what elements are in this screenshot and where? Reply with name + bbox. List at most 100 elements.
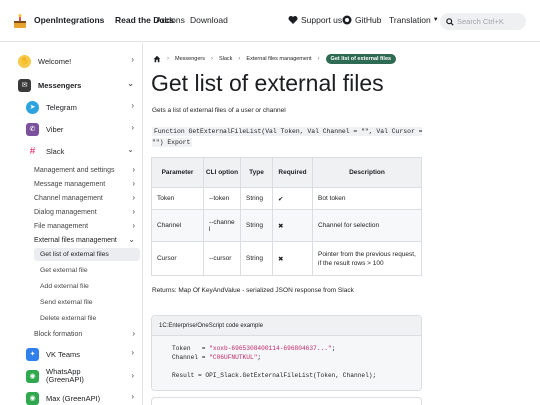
breadcrumb-messengers[interactable]: Messengers <box>175 56 205 62</box>
code-token-label: Token = <box>172 345 210 352</box>
param-cli: --cursor <box>203 241 241 276</box>
sidebar-label-file: File management <box>34 223 89 230</box>
sidebar-item-viber[interactable]: ✆ Viber › <box>26 120 134 138</box>
sidebar-item-dialog[interactable]: Dialog management › <box>34 206 135 219</box>
sidebar-item-management[interactable]: Management and settings › <box>34 164 135 177</box>
chevron-right-icon: › <box>132 165 135 174</box>
chevron-right-icon: › <box>131 101 134 110</box>
chevron-right-icon: › <box>238 56 241 62</box>
chevron-right-icon: › <box>132 179 135 188</box>
search-input[interactable] <box>457 17 521 26</box>
sidebar-item-file[interactable]: File management › <box>34 220 135 233</box>
sidebar-item-add-file[interactable]: Add external file <box>34 280 140 293</box>
sidebar: ✋ Welcome! › ✉ Messengers ⌄ ➤ Telegram ›… <box>0 43 143 405</box>
search-icon <box>446 17 454 26</box>
sidebar-label-welcome: Welcome! <box>38 56 72 66</box>
next-code-card <box>151 397 422 405</box>
sidebar-label-channel: Channel management <box>34 195 103 202</box>
function-signature: Function GetExternalFileList(Val Token, … <box>152 126 427 148</box>
sidebar-item-get-file[interactable]: Get external file <box>34 264 140 277</box>
breadcrumb-external[interactable]: External files management <box>246 56 311 62</box>
sidebar-label-whatsapp: WhatsApp (GreenAPI) <box>46 366 84 384</box>
translation-dropdown[interactable]: Translation ▼ <box>389 15 439 25</box>
table-header-row: Parameter CLI option Type Required Descr… <box>151 157 422 188</box>
sidebar-item-vkteams[interactable]: ✦ VK Teams › <box>26 345 134 363</box>
viber-icon: ✆ <box>26 122 39 136</box>
sidebar-label-dialog: Dialog management <box>34 209 97 216</box>
sidebar-item-channel[interactable]: Channel management › <box>34 192 135 205</box>
signature-code: Function GetExternalFileList(Val Token, … <box>152 127 423 147</box>
brand-name[interactable]: OpenIntegrations <box>34 15 104 25</box>
code-example: 1C:Enterprise/OneScript code example Tok… <box>151 315 422 391</box>
param-required: ✖ <box>272 209 313 242</box>
sidebar-label-vkteams: VK Teams <box>46 349 81 359</box>
github-link[interactable]: GitHub <box>342 15 381 25</box>
top-navbar: OpenIntegrations Read the Docs Addons Do… <box>0 0 540 42</box>
max-icon: ◉ <box>26 391 39 405</box>
param-desc: Channel for selection <box>312 209 422 242</box>
sidebar-item-send-file[interactable]: Send external file <box>34 296 140 309</box>
chevron-right-icon: › <box>131 392 134 401</box>
whatsapp-icon: ◉ <box>26 369 39 383</box>
sidebar-item-whatsapp[interactable]: ◉ WhatsApp (GreenAPI) › <box>26 365 134 387</box>
param-name: Cursor <box>151 241 204 276</box>
github-label: GitHub <box>355 15 382 25</box>
param-type: String <box>240 187 273 210</box>
caret-down-icon: ▼ <box>432 17 439 23</box>
code-token-value: "xoxb-6965308400114-696804637..." <box>209 345 332 352</box>
parameters-table: Parameter CLI option Type Required Descr… <box>151 157 422 276</box>
param-name: Token <box>151 187 204 210</box>
sidebar-label-max: Max (GreenAPI) <box>46 393 101 403</box>
column-header: Parameter <box>151 157 204 188</box>
sidebar-label-telegram: Telegram <box>46 102 77 112</box>
mailbox-icon: ✉ <box>18 78 31 92</box>
chevron-right-icon: › <box>132 207 135 216</box>
table-row: Channel --channel String ✖ Channel for s… <box>151 209 422 242</box>
sidebar-item-external[interactable]: External files management ⌄ <box>34 234 135 247</box>
sidebar-item-telegram[interactable]: ➤ Telegram › <box>26 98 134 116</box>
chevron-down-icon: ⌄ <box>127 79 134 88</box>
cake-icon[interactable] <box>12 13 28 29</box>
breadcrumb-current: Get list of external files <box>325 54 397 64</box>
sidebar-label-message: Message management <box>34 181 106 188</box>
param-cli: --token <box>203 187 241 210</box>
chevron-right-icon: › <box>131 55 134 64</box>
column-header: Type <box>240 157 273 188</box>
column-header: Description <box>312 157 422 188</box>
param-type: String <box>240 241 273 276</box>
sidebar-item-delete-file[interactable]: Delete external file <box>34 312 140 325</box>
chevron-right-icon: › <box>132 329 135 338</box>
returns-text: Returns: Map Of KeyAndValue - serialized… <box>152 287 354 294</box>
sidebar-label-viber: Viber <box>46 124 64 134</box>
vkteams-icon: ✦ <box>26 347 39 361</box>
nav-addons[interactable]: Addons <box>156 15 185 25</box>
code-channel-value: "C06UFNUTKUL" <box>209 354 258 361</box>
search-box[interactable] <box>440 13 526 30</box>
translation-label: Translation <box>389 15 431 25</box>
sidebar-item-block[interactable]: Block formation › <box>34 328 135 341</box>
sidebar-item-welcome[interactable]: ✋ Welcome! › <box>18 52 134 70</box>
code-channel-label: Channel = <box>172 354 210 361</box>
table-row: Cursor --cursor String ✖ Pointer from th… <box>151 241 422 276</box>
code-example-title[interactable]: 1C:Enterprise/OneScript code example <box>152 316 421 336</box>
code-result-line: Result = OPI_Slack.GetExternalFileList(T… <box>172 372 377 379</box>
breadcrumb-slack[interactable]: Slack <box>219 56 232 62</box>
chevron-right-icon: › <box>132 193 135 202</box>
sidebar-label-management: Management and settings <box>34 167 115 174</box>
support-link[interactable]: Support us <box>288 15 342 25</box>
column-header: Required <box>272 157 313 188</box>
slack-icon: # <box>26 144 39 158</box>
sidebar-item-slack[interactable]: # Slack ⌄ <box>26 142 134 160</box>
code-block[interactable]: Token = "xoxb-6965308400114-696804637...… <box>152 336 421 390</box>
sidebar-item-get-list[interactable]: Get list of external files <box>34 248 140 261</box>
chevron-right-icon: › <box>167 56 169 62</box>
sidebar-item-max[interactable]: ◉ Max (GreenAPI) › <box>26 389 134 405</box>
sidebar-item-messengers[interactable]: ✉ Messengers ⌄ <box>18 76 134 94</box>
nav-download[interactable]: Download <box>190 15 228 25</box>
telegram-icon: ➤ <box>26 100 39 114</box>
page-title: Get list of external files <box>151 70 384 96</box>
sidebar-item-message[interactable]: Message management › <box>34 178 135 191</box>
home-icon[interactable] <box>153 55 161 63</box>
breadcrumb: › Messengers › Slack › External files ma… <box>153 53 397 65</box>
chevron-right-icon: › <box>131 348 134 357</box>
